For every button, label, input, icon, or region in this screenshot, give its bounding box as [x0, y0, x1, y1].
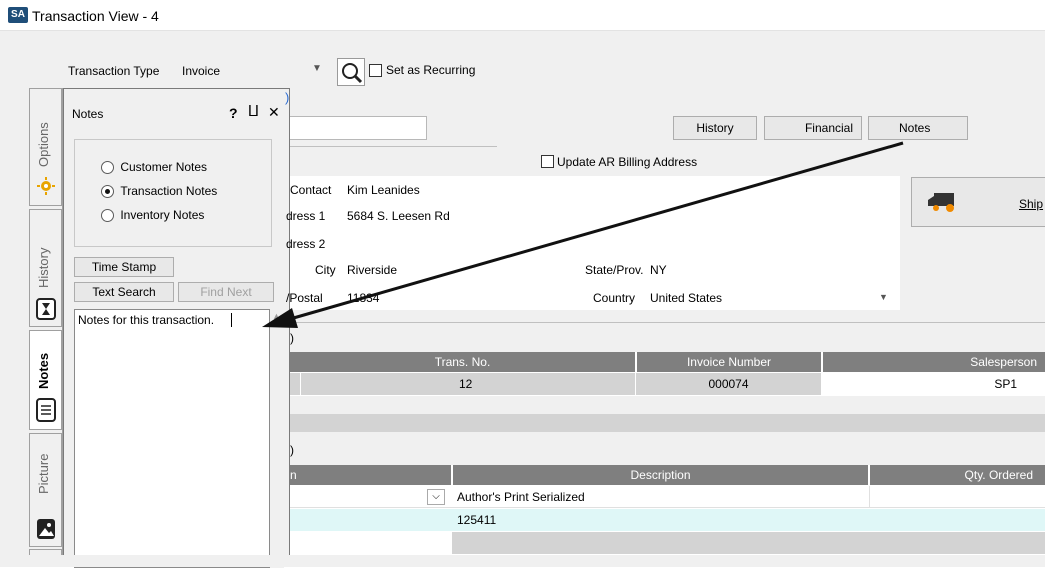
annotation-arrow — [262, 141, 904, 328]
